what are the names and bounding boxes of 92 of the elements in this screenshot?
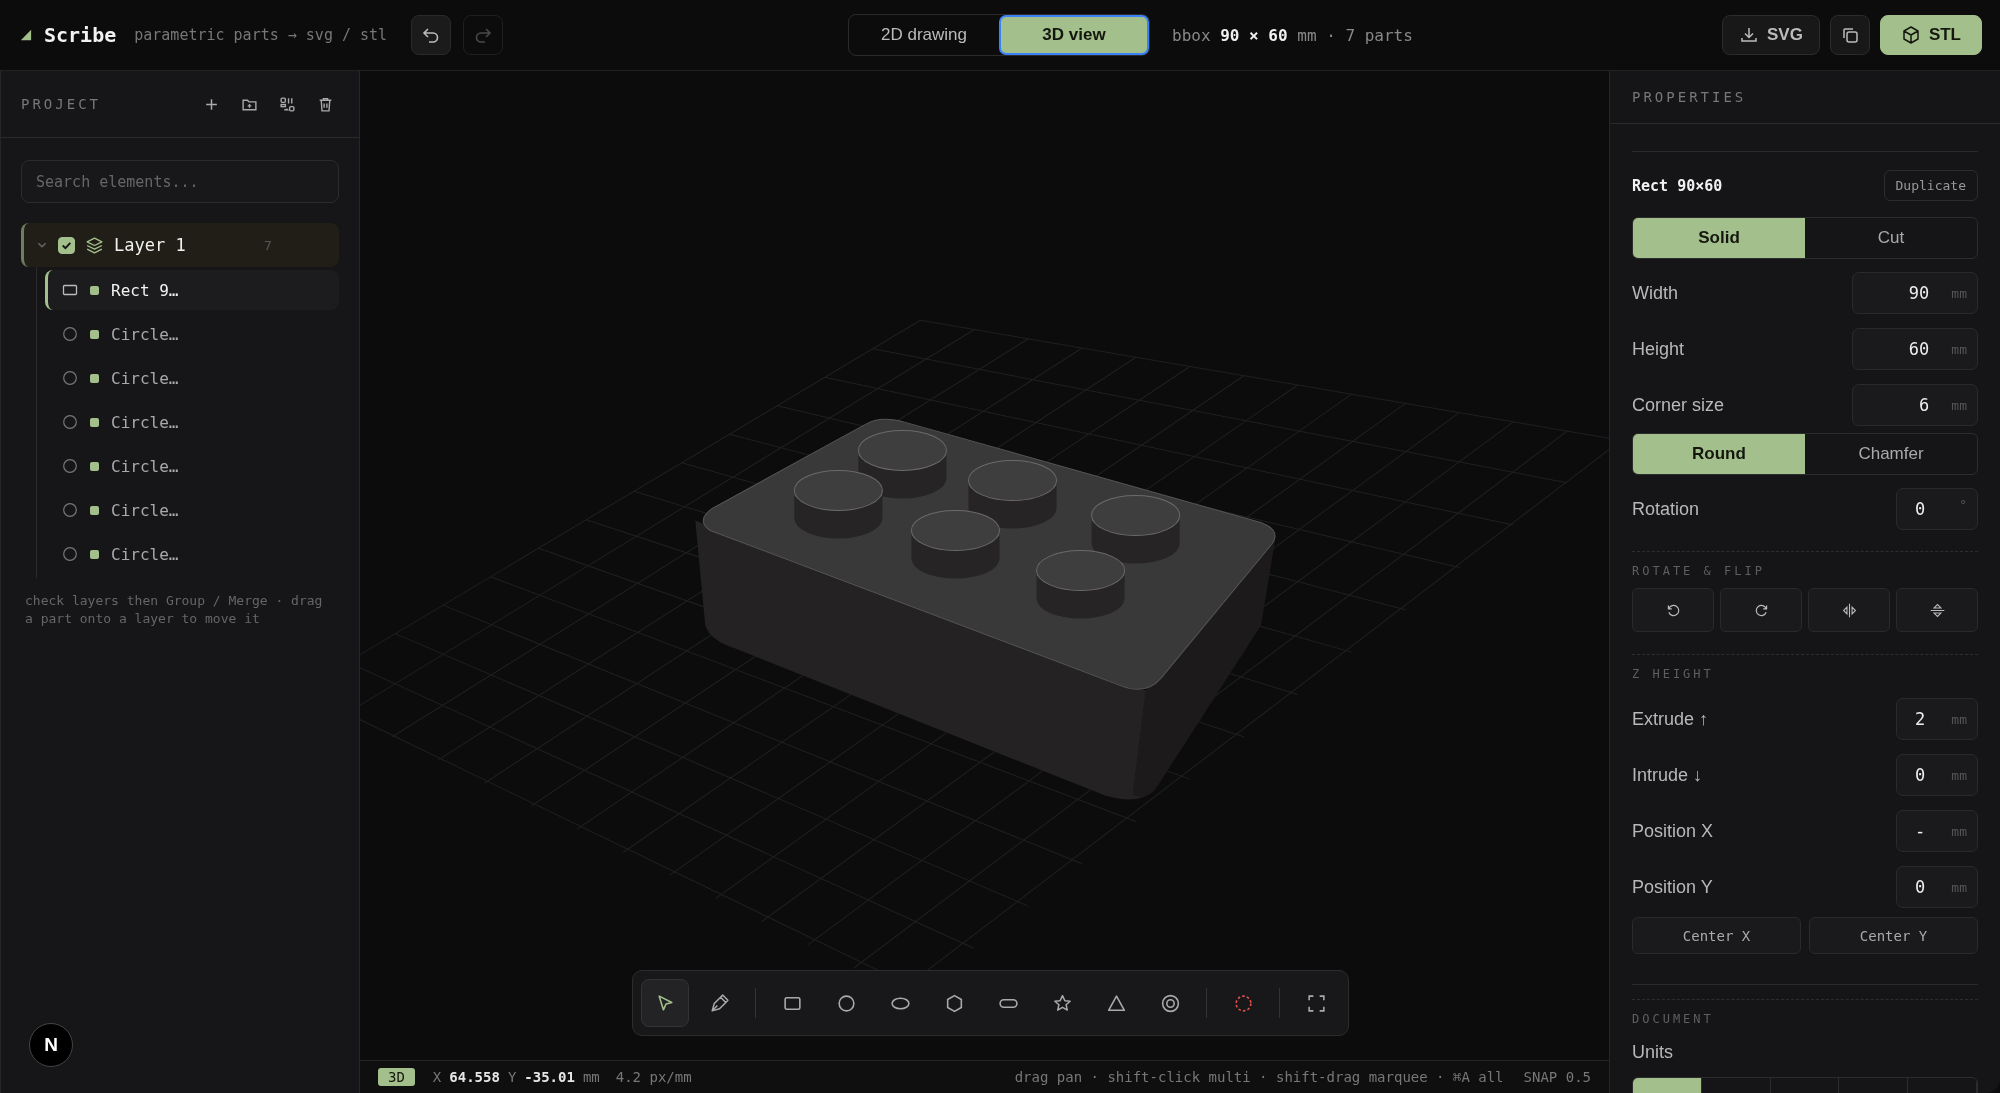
flip-icon bbox=[1840, 601, 1858, 619]
center-button[interactable]: Center X bbox=[1632, 917, 1801, 954]
field-label: Position X bbox=[1632, 820, 1714, 842]
element-name: Rect 90×60 bbox=[1632, 176, 1723, 195]
section-title: ROTATE & FLIP bbox=[1632, 564, 1766, 578]
part-item[interactable]: Rect 9… bbox=[45, 270, 339, 310]
snap-setting: SNAP 0.5 bbox=[1523, 1069, 1591, 1085]
part-name: Circle… bbox=[111, 544, 179, 564]
field-label: Position Y bbox=[1632, 876, 1713, 898]
app-name: Scribe bbox=[44, 23, 117, 47]
part-item[interactable]: Circle… bbox=[45, 358, 339, 398]
logo-icon bbox=[20, 29, 32, 41]
field-label: Corner size bbox=[1632, 394, 1725, 416]
part-name: Rect 9… bbox=[111, 280, 179, 300]
mode-badge: 3D bbox=[378, 1068, 415, 1086]
field-label: Width bbox=[1632, 282, 1678, 304]
download-icon bbox=[1739, 25, 1759, 45]
field-label: Rotation bbox=[1632, 498, 1700, 520]
part-item[interactable]: Circle… bbox=[45, 314, 339, 354]
section-title: Z HEIGHT bbox=[1632, 667, 1715, 681]
part-name: Circle… bbox=[111, 324, 179, 344]
cut-tool-icon bbox=[1232, 992, 1254, 1014]
number-field[interactable]: 2 mm bbox=[1896, 698, 1978, 740]
view-tab[interactable]: 3D view bbox=[999, 15, 1149, 55]
shortcut-hints: drag pan · shift-click multi · shift-drag marquee · ⌘A all bbox=[1014, 1069, 1504, 1085]
circle-icon bbox=[62, 414, 78, 430]
field-label: Extrude ↑ bbox=[1632, 708, 1709, 730]
cube-icon bbox=[1900, 25, 1921, 45]
circle-icon bbox=[62, 326, 78, 342]
number-field[interactable]: 0 mm bbox=[1896, 866, 1978, 908]
field-label: Intrude ↓ bbox=[1632, 764, 1703, 786]
part-item[interactable]: Circle… bbox=[45, 534, 339, 574]
part-name: Circle… bbox=[111, 456, 179, 476]
layer-count: 7 bbox=[264, 237, 272, 253]
layer-name: Layer 1 bbox=[114, 235, 187, 255]
number-field[interactable]: 6 mm bbox=[1852, 384, 1978, 426]
circle-tool-icon bbox=[835, 992, 857, 1014]
triangle-tool-icon bbox=[1105, 992, 1127, 1014]
layer-checkbox[interactable] bbox=[58, 236, 75, 254]
group-icon bbox=[278, 95, 296, 113]
export-button[interactable]: STL bbox=[1879, 15, 1982, 55]
field-label: Height bbox=[1632, 338, 1685, 360]
circle-icon bbox=[62, 546, 78, 562]
export-button[interactable]: SVG bbox=[1722, 15, 1820, 55]
x-coordinate: 64.558 bbox=[449, 1069, 500, 1085]
circle-icon bbox=[62, 502, 78, 518]
field-label: Units bbox=[1632, 1042, 1674, 1063]
avatar[interactable]: N bbox=[29, 1023, 73, 1067]
section-title: DOCUMENT bbox=[1632, 1012, 1715, 1026]
mode-option[interactable]: Solid bbox=[1633, 218, 1805, 258]
part-name: Circle… bbox=[111, 368, 179, 388]
pen-tool-icon bbox=[708, 992, 730, 1014]
copy-button[interactable] bbox=[1829, 15, 1870, 55]
ring-tool-icon bbox=[1159, 992, 1181, 1014]
center-button[interactable]: Center Y bbox=[1809, 917, 1978, 954]
part-name: Circle… bbox=[111, 500, 179, 520]
duplicate-button[interactable]: Duplicate bbox=[1883, 170, 1978, 201]
circle-icon bbox=[62, 458, 78, 474]
search-field[interactable]: Search elements... bbox=[21, 160, 339, 203]
hint-text: check layers then Group / Merge · drag a part onto a layer to move it bbox=[25, 592, 324, 628]
y-coordinate: -35.01 bbox=[524, 1069, 575, 1085]
part-item[interactable]: Circle… bbox=[45, 490, 339, 530]
app-subtitle: parametric parts → svg / stl bbox=[134, 26, 388, 44]
mode-option[interactable]: Cut bbox=[1805, 218, 1977, 258]
panel-title: PROPERTIES bbox=[1632, 89, 1747, 105]
part-item[interactable]: Circle… bbox=[45, 446, 339, 486]
tool-button[interactable] bbox=[641, 979, 689, 1027]
number-field[interactable]: - mm bbox=[1896, 810, 1978, 852]
layer-row[interactable]: Layer 1 7 bbox=[21, 223, 339, 267]
corner-option[interactable]: Round bbox=[1633, 434, 1805, 474]
unit-label: mm bbox=[582, 1069, 600, 1085]
part-name: Circle… bbox=[111, 412, 179, 432]
number-field[interactable]: 0 mm bbox=[1896, 754, 1978, 796]
y-label: Y bbox=[507, 1069, 517, 1085]
redo-icon bbox=[473, 25, 494, 45]
panel-title: PROJECT bbox=[21, 96, 101, 112]
x-label: X bbox=[432, 1069, 442, 1085]
layers-icon bbox=[85, 235, 104, 255]
number-field[interactable]: 90 mm bbox=[1852, 272, 1978, 314]
view-tab[interactable]: 2D drawing bbox=[849, 15, 999, 55]
rectangle-icon bbox=[62, 282, 78, 298]
star-tool-icon bbox=[1051, 992, 1073, 1014]
part-item[interactable]: Circle… bbox=[45, 402, 339, 442]
circle-icon bbox=[62, 370, 78, 386]
flip-icon bbox=[1928, 601, 1946, 619]
fit-tool-icon bbox=[1305, 992, 1327, 1014]
bbox-info: bbox 90 × 60 mm · 7 parts bbox=[1172, 25, 1413, 45]
number-field[interactable]: 0 ° bbox=[1896, 488, 1978, 530]
number-field[interactable]: 60 mm bbox=[1852, 328, 1978, 370]
zoom-scale: 4.2 px/mm bbox=[615, 1069, 692, 1085]
undo-button[interactable] bbox=[411, 15, 452, 55]
corner-option[interactable]: Chamfer bbox=[1805, 434, 1977, 474]
